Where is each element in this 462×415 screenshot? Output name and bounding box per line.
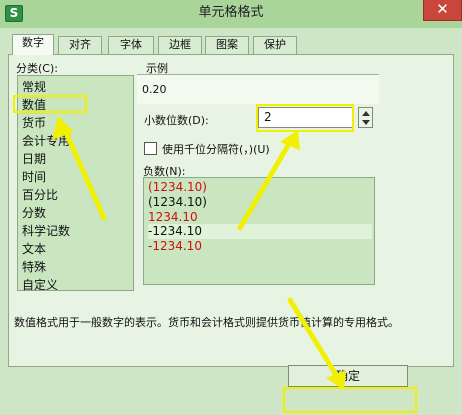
close-icon: ✕ — [436, 0, 449, 18]
list-item[interactable]: 文本 — [22, 241, 46, 258]
category-label: 分类(C): — [16, 62, 58, 75]
thousands-separator-label[interactable]: 使用千位分隔符(，)(U) — [162, 141, 270, 157]
list-item[interactable]: 时间 — [22, 169, 46, 186]
list-item[interactable]: 百分比 — [22, 187, 58, 204]
sample-box: 0.20 — [137, 74, 379, 104]
tab-pattern[interactable]: 图案 — [205, 36, 249, 54]
format-description: 数值格式用于一般数字的表示。货币和会计格式则提供货币值计算的专用格式。 — [14, 316, 399, 329]
list-item[interactable]: 会计专用 — [22, 133, 70, 150]
list-item[interactable]: 特殊 — [22, 259, 46, 276]
list-item-selected[interactable]: 数值 — [22, 97, 47, 114]
category-list[interactable]: 常规 数值 货币 会计专用 日期 时间 百分比 分数 科学记数 文本 特殊 自定… — [17, 75, 134, 294]
decimal-places-label: 小数位数(D): — [144, 114, 209, 127]
list-item[interactable]: 自定义 — [22, 277, 58, 294]
list-item[interactable]: 货币 — [22, 115, 46, 132]
list-item[interactable]: 分数 — [22, 205, 46, 222]
tab-border[interactable]: 边框 — [158, 36, 202, 54]
close-button[interactable]: ✕ — [423, 0, 462, 21]
sample-value: 0.20 — [142, 83, 167, 96]
title-bar: 单元格格式 S ✕ — [0, 0, 462, 28]
negative-numbers-list[interactable]: (1234.10) (1234.10) 1234.10 -1234.10 -12… — [143, 177, 375, 285]
decimal-places-spinner[interactable] — [358, 107, 373, 128]
tab-font[interactable]: 字体 — [108, 36, 154, 54]
checkbox-icon[interactable] — [144, 142, 157, 155]
tab-number[interactable]: 数字 — [12, 34, 54, 55]
list-item-selected[interactable]: -1234.10 — [148, 224, 372, 239]
tab-alignment[interactable]: 对齐 — [58, 36, 102, 54]
tab-protection[interactable]: 保护 — [253, 36, 297, 54]
list-item[interactable]: (1234.10) — [148, 180, 207, 195]
list-item[interactable]: 日期 — [22, 151, 46, 168]
list-item[interactable]: 1234.10 — [148, 210, 198, 225]
list-item[interactable]: 常规 — [22, 79, 46, 96]
spin-up-icon[interactable] — [362, 111, 370, 116]
wps-spreadsheet-logo: S — [5, 5, 23, 22]
decimal-places-input[interactable]: 2 — [258, 107, 354, 128]
list-item[interactable]: 科学记数 — [22, 223, 70, 240]
spin-down-icon[interactable] — [362, 120, 370, 125]
list-item[interactable]: -1234.10 — [148, 239, 202, 254]
list-item[interactable]: (1234.10) — [148, 195, 207, 210]
ok-button[interactable]: 确定 — [288, 365, 408, 387]
window-title: 单元格格式 — [198, 5, 264, 20]
